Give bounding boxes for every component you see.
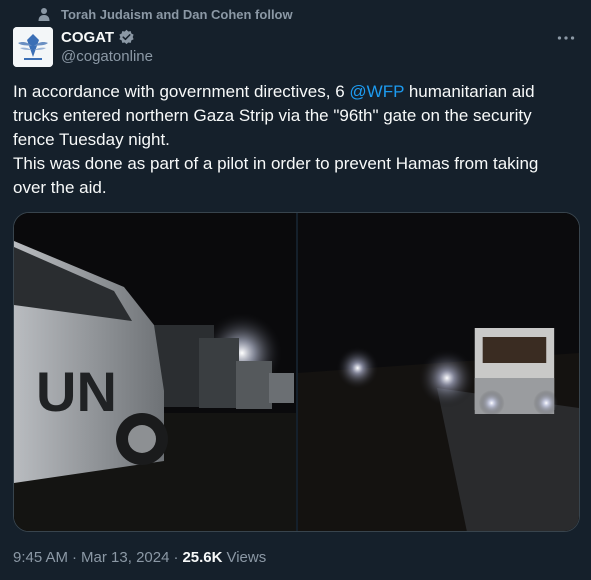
author-block[interactable]: COGAT @cogatonline [61, 27, 153, 66]
person-icon [37, 7, 51, 21]
social-context-text[interactable]: Torah Judaism and Dan Cohen follow [61, 7, 293, 22]
tweet-text: In accordance with government directives… [13, 80, 573, 200]
photo-text-un: UN [36, 360, 117, 423]
tweet-text-part: In accordance with government directives… [13, 82, 350, 101]
views-count[interactable]: 25.6K [182, 549, 222, 566]
tweet-time[interactable]: 9:45 AM [13, 549, 68, 566]
separator: · [173, 548, 179, 566]
cogat-logo [13, 27, 53, 67]
tweet-date[interactable]: Mar 13, 2024 [81, 549, 169, 566]
avatar[interactable] [13, 27, 53, 67]
more-horizontal-icon [557, 28, 575, 46]
tweet-paragraph-1: In accordance with government directives… [13, 80, 573, 152]
verified-icon[interactable] [118, 29, 135, 46]
views-label: Views [226, 548, 267, 566]
author-handle[interactable]: @cogatonline [61, 48, 153, 65]
tweet-meta: 9:45 AM · Mar 13, 2024 · 25.6K Views [13, 547, 266, 567]
more-options-button[interactable] [555, 28, 577, 46]
separator: · [72, 548, 78, 566]
social-context[interactable]: Torah Judaism and Dan Cohen follow [37, 5, 293, 23]
photo-right[interactable] [298, 213, 579, 531]
author-name[interactable]: COGAT [61, 29, 114, 46]
photo-left[interactable]: UN [14, 213, 298, 531]
mention-link[interactable]: @WFP [349, 82, 404, 101]
media-gallery: UN [13, 212, 580, 532]
tweet-paragraph-2: This was done as part of a pilot in orde… [13, 154, 539, 197]
